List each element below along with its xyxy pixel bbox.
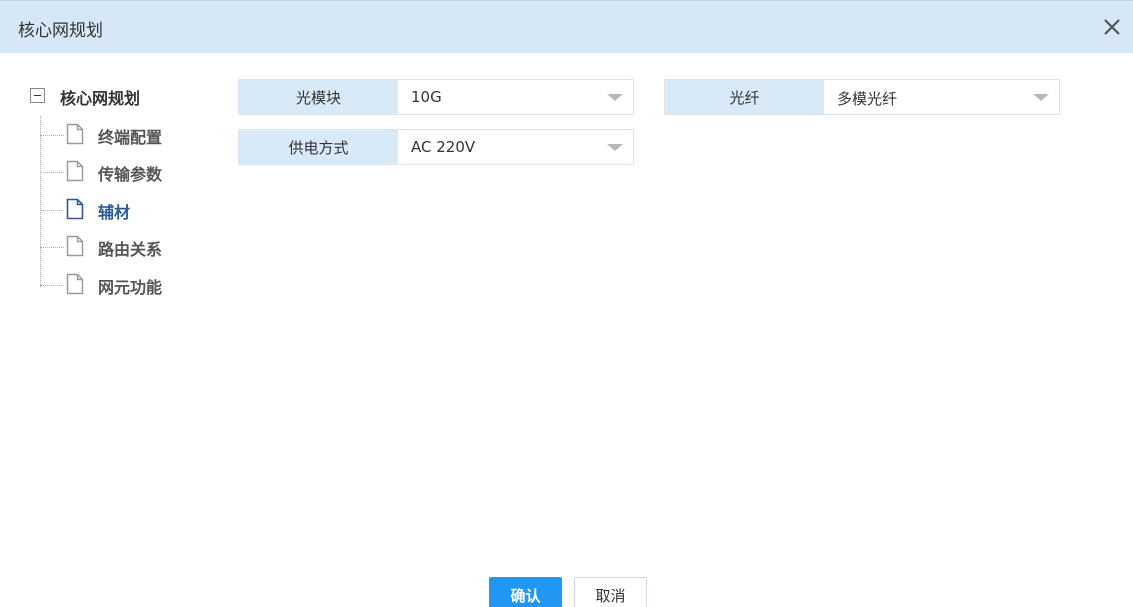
chevron-down-icon[interactable]: [607, 94, 623, 101]
tree-item-label: 传输参数: [98, 165, 163, 184]
tree-item-label: 辅材: [98, 203, 131, 222]
dialog-titlebar: 核心网规划: [0, 0, 1133, 53]
dialog: 核心网规划 核心网规划 终端配置 传输参数 辅材 路由关系 网元功能 光模块 1…: [0, 0, 1133, 607]
tree-root-label: 核心网规划: [60, 89, 141, 108]
optical-module-label: 光模块: [239, 80, 398, 114]
document-icon: [66, 273, 84, 295]
dialog-title: 核心网规划: [18, 21, 103, 41]
tree-branch-line: [40, 247, 64, 248]
power-supply-label: 供电方式: [239, 130, 398, 164]
tree-item-terminal-config[interactable]: 终端配置: [40, 122, 210, 148]
chevron-down-icon[interactable]: [1033, 94, 1049, 101]
confirm-button[interactable]: 确认: [489, 577, 562, 607]
chevron-down-icon[interactable]: [607, 144, 623, 151]
tree-branch-line: [40, 210, 64, 211]
power-supply-value: AC 220V: [411, 138, 476, 156]
fiber-label: 光纤: [665, 80, 824, 114]
power-supply-select[interactable]: 供电方式 AC 220V: [238, 129, 634, 165]
tree-item-accessories[interactable]: 辅材: [40, 197, 210, 223]
tree-branch-line: [40, 285, 64, 286]
document-icon: [66, 198, 84, 220]
tree-branch-line: [40, 135, 64, 136]
tree-nav: 核心网规划 终端配置 传输参数 辅材 路由关系 网元功能: [30, 82, 210, 297]
collapse-toggle-icon[interactable]: [30, 88, 45, 103]
document-icon: [66, 123, 84, 145]
tree-item-label: 网元功能: [98, 278, 163, 297]
fiber-value: 多模光纤: [837, 90, 898, 108]
tree-item-transmission-params[interactable]: 传输参数: [40, 159, 210, 185]
tree-item-network-element-functions[interactable]: 网元功能: [40, 272, 210, 298]
tree-item-label: 路由关系: [98, 240, 163, 259]
optical-module-select[interactable]: 光模块 10G: [238, 79, 634, 115]
tree-item-label: 终端配置: [98, 128, 163, 147]
document-icon: [66, 160, 84, 182]
document-icon: [66, 235, 84, 257]
tree-branch-line: [40, 172, 64, 173]
close-icon[interactable]: [1101, 16, 1123, 38]
tree-item-routing[interactable]: 路由关系: [40, 234, 210, 260]
optical-module-value: 10G: [411, 88, 442, 106]
tree-root[interactable]: 核心网规划: [30, 82, 210, 110]
fiber-select[interactable]: 光纤 多模光纤: [664, 79, 1060, 115]
cancel-button[interactable]: 取消: [574, 577, 647, 607]
